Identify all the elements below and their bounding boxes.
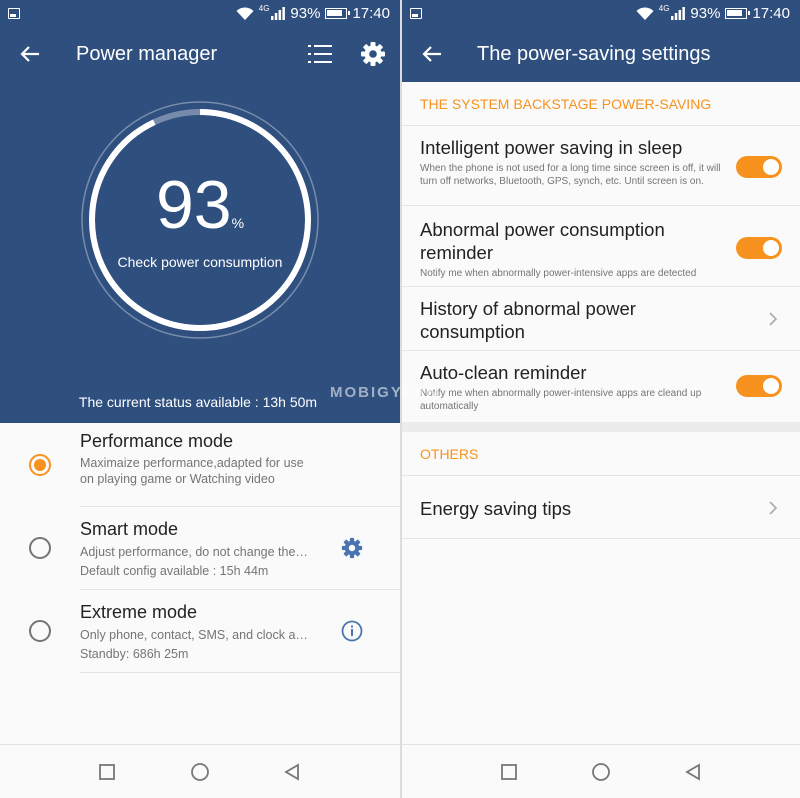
- gallery-notification-icon: [8, 8, 20, 19]
- signal-icon: [671, 7, 686, 20]
- battery-level-value: 93%: [0, 166, 400, 244]
- mode-description: Maximaize performance,adapted for use on…: [80, 456, 304, 486]
- mode-title: Extreme mode: [80, 602, 198, 622]
- section-separator: [402, 422, 800, 432]
- divider: [402, 286, 800, 287]
- network-type: 4G: [258, 4, 270, 13]
- back-button[interactable]: [418, 42, 446, 66]
- watermark: MOBIGYAAN: [330, 384, 440, 401]
- abnormal-consumption-toggle[interactable]: [736, 237, 782, 259]
- mode-extreme[interactable]: Extreme mode Only phone, contact, SMS, a…: [0, 590, 400, 673]
- home-button[interactable]: [189, 761, 211, 783]
- setting-description: Notify me when abnormally power-intensiv…: [420, 388, 702, 412]
- history-abnormal-consumption-item[interactable]: History of abnormal power consumption: [420, 297, 710, 343]
- battery-icon: [725, 8, 751, 19]
- page-title: The power-saving settings: [477, 43, 711, 65]
- list-icon: [308, 45, 332, 63]
- back-nav-button[interactable]: [682, 761, 704, 783]
- square-icon: [99, 764, 115, 780]
- arrow-left-icon: [422, 46, 441, 62]
- mode-description: Adjust performance, do not change the se…: [80, 545, 308, 559]
- triangle-back-icon: [685, 763, 700, 781]
- divider: [402, 125, 800, 126]
- setting-title: Intelligent power saving in sleep: [420, 137, 683, 158]
- list-menu-button[interactable]: [306, 41, 334, 67]
- mode-title: Smart mode: [80, 519, 179, 539]
- settings-button[interactable]: [358, 39, 388, 69]
- section-header-others: OTHERS: [420, 446, 479, 462]
- wifi-icon: [236, 6, 254, 20]
- clock: 17:40: [752, 5, 790, 22]
- mode-description: Only phone, contact, SMS, and clock are …: [80, 628, 308, 642]
- section-header-backstage: THE SYSTEM BACKSTAGE POWER-SAVING: [420, 96, 712, 112]
- intelligent-sleep-toggle[interactable]: [736, 156, 782, 178]
- gallery-notification-icon: [410, 8, 422, 19]
- page-title: Power manager: [76, 43, 218, 65]
- chevron-right-icon: [769, 501, 778, 515]
- battery-number: 93: [155, 167, 232, 243]
- signal-icon: [271, 7, 286, 20]
- divider: [402, 538, 800, 539]
- auto-clean-toggle[interactable]: [736, 375, 782, 397]
- recents-button[interactable]: [498, 761, 520, 783]
- extreme-mode-info-button[interactable]: [339, 618, 365, 644]
- setting-title: Auto-clean reminder: [420, 362, 587, 383]
- battery-hero: Power manager 93% Check power consumptio…: [0, 28, 400, 423]
- energy-saving-tips-item[interactable]: Energy saving tips: [420, 497, 571, 520]
- status-bar: 4G 93% 17:40: [0, 0, 400, 28]
- mode-availability: Standby: 686h 25m: [80, 647, 189, 661]
- back-nav-button[interactable]: [281, 761, 303, 783]
- mode-title: Performance mode: [80, 431, 234, 451]
- check-consumption-label[interactable]: Check power consumption: [0, 254, 400, 270]
- radio-button-selected[interactable]: [29, 454, 51, 476]
- battery-percent: 93%: [690, 5, 721, 22]
- info-icon: [341, 620, 363, 642]
- circle-icon: [592, 763, 610, 781]
- gear-icon: [361, 42, 385, 66]
- network-type: 4G: [658, 4, 670, 13]
- percent-sign: %: [231, 215, 245, 231]
- recents-button[interactable]: [96, 761, 118, 783]
- navigation-bar: [0, 744, 400, 798]
- setting-description: Notify me when abnormally power-intensiv…: [420, 268, 697, 279]
- smart-mode-settings-button[interactable]: [339, 535, 365, 561]
- square-icon: [501, 764, 517, 780]
- power-saving-settings-screen: 4G 93% 17:40 The power-saving settings T…: [402, 0, 800, 798]
- battery-percent: 93%: [290, 5, 321, 22]
- setting-title: Abnormal power consumption reminder: [420, 219, 665, 263]
- clock: 17:40: [352, 5, 390, 22]
- divider: [402, 475, 800, 476]
- battery-icon: [325, 8, 351, 19]
- navigation-bar: [402, 744, 800, 798]
- mode-availability: Default config available : 15h 44m: [80, 564, 269, 578]
- wifi-icon: [636, 6, 654, 20]
- gear-icon: [341, 537, 363, 559]
- circle-icon: [191, 763, 209, 781]
- setting-description: When the phone is not used for a long ti…: [420, 163, 721, 187]
- home-button[interactable]: [590, 761, 612, 783]
- radio-button[interactable]: [29, 620, 51, 642]
- radio-button[interactable]: [29, 537, 51, 559]
- back-button[interactable]: [16, 42, 44, 66]
- triangle-back-icon: [284, 763, 299, 781]
- arrow-left-icon: [20, 46, 39, 62]
- chevron-right-icon: [769, 312, 778, 326]
- app-bar: The power-saving settings: [402, 28, 800, 82]
- divider: [80, 672, 400, 673]
- divider: [402, 350, 800, 351]
- mode-smart[interactable]: Smart mode Adjust performance, do not ch…: [0, 507, 400, 590]
- mode-performance[interactable]: Performance mode Maximaize performance,a…: [0, 423, 400, 507]
- divider: [402, 205, 800, 206]
- status-bar: 4G 93% 17:40: [402, 0, 800, 28]
